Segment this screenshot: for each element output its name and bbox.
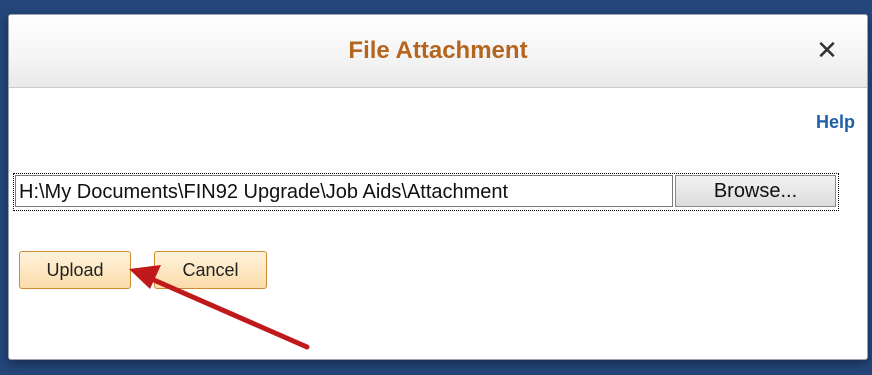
file-path-input[interactable]: H:\My Documents\FIN92 Upgrade\Job Aids\A… [15, 175, 673, 207]
file-attachment-dialog: File Attachment ✕ Help H:\My Documents\F… [8, 14, 868, 360]
file-picker: H:\My Documents\FIN92 Upgrade\Job Aids\A… [13, 173, 839, 211]
dialog-titlebar: File Attachment ✕ [9, 15, 867, 88]
close-icon[interactable]: ✕ [813, 35, 841, 65]
upload-button[interactable]: Upload [19, 251, 131, 289]
cancel-button[interactable]: Cancel [154, 251, 267, 289]
background-frame: File Attachment ✕ Help H:\My Documents\F… [0, 0, 872, 375]
dialog-title: File Attachment [348, 37, 528, 64]
help-link[interactable]: Help [816, 112, 855, 133]
browse-button[interactable]: Browse... [675, 175, 836, 207]
